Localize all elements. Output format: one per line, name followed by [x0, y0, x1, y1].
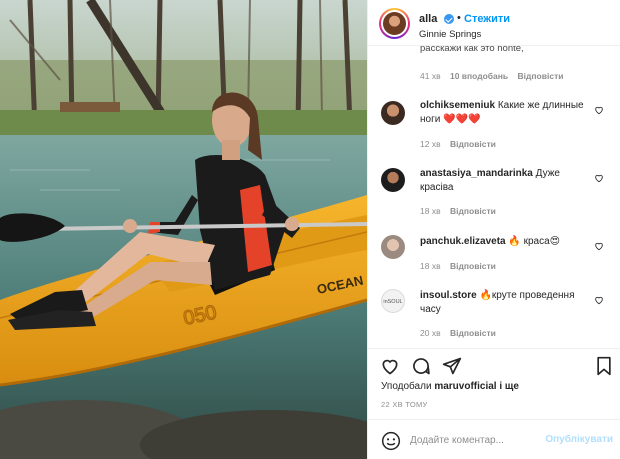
follow-button[interactable]: Стежити: [464, 13, 510, 25]
post-photo[interactable]: OCEAN 050: [0, 0, 367, 459]
comment-meta: 18 хв Відповісти: [420, 206, 503, 216]
commenter-avatar[interactable]: inSOUL: [381, 289, 405, 313]
publish-button[interactable]: Опублікувати: [545, 434, 613, 445]
likes-summary: Уподобали maruvofficial і ще: [381, 381, 519, 392]
like-heart-icon[interactable]: [380, 356, 400, 376]
post-actions: Уподобали maruvofficial і ще 22 ХВ ТОМУ …: [368, 348, 620, 459]
likes-user-link[interactable]: maruvofficial: [434, 381, 496, 392]
comments-list[interactable]: расскажи как это honte, 41 хв 10 вподоба…: [368, 46, 620, 348]
previous-comment-meta: 41 хв 10 вподобань Відповісти: [420, 71, 570, 81]
comment-time: 18 хв: [420, 206, 441, 216]
commenter-username[interactable]: panchuk.elizaveta: [420, 236, 506, 247]
separator-dot: •: [457, 12, 461, 24]
like-comment-heart-icon[interactable]: [594, 295, 604, 305]
reply-button[interactable]: Відповісти: [450, 261, 496, 271]
comment-text: anastasiya_mandarinka Дуже красіва: [420, 167, 592, 195]
comment-meta: 12 хв Відповісти: [420, 139, 503, 149]
author-username[interactable]: alla: [419, 13, 437, 25]
comment-text: insoul.store 🔥круте проведення часу: [420, 289, 592, 317]
previous-comment-cut: расскажи как это honte,: [420, 46, 524, 54]
reply-button[interactable]: Відповісти: [450, 328, 496, 338]
comment-text: panchuk.elizaveta 🔥 краса😍: [420, 235, 592, 249]
reply-button[interactable]: Відповісти: [450, 139, 496, 149]
commenter-avatar[interactable]: [381, 101, 405, 125]
post-header: alla • Стежити Ginnie Springs: [368, 0, 620, 46]
reply-button[interactable]: Відповісти: [450, 206, 496, 216]
comment-text: olchiksemeniuk Какие же длинные ноги ❤️❤…: [420, 99, 592, 127]
comment-bubble-icon[interactable]: [411, 356, 431, 376]
save-bookmark-icon[interactable]: [595, 356, 613, 376]
comment-meta: 18 хв Відповісти: [420, 261, 503, 271]
comment-time: 20 хв: [420, 328, 441, 338]
verified-badge-icon: [444, 14, 454, 24]
like-comment-heart-icon[interactable]: [594, 241, 604, 251]
post-timestamp[interactable]: 22 ХВ ТОМУ: [381, 400, 428, 409]
like-comment-heart-icon[interactable]: [594, 173, 604, 183]
avatar-text: inSOUL: [383, 299, 403, 305]
likes-others-link[interactable]: і ще: [499, 381, 519, 392]
comment-body: 🔥 краса😍: [508, 236, 561, 247]
likes-prefix: Уподобали: [381, 381, 432, 392]
share-paper-plane-icon[interactable]: [442, 356, 462, 376]
comment-time: 41 хв: [420, 71, 441, 81]
post-panel: alla • Стежити Ginnie Springs расскажи к…: [367, 0, 620, 459]
commenter-username[interactable]: insoul.store: [420, 290, 477, 301]
comment-likes-count[interactable]: 10 вподобань: [450, 71, 508, 81]
commenter-avatar[interactable]: [381, 168, 405, 192]
emoji-icon[interactable]: [381, 431, 401, 451]
reply-button[interactable]: Відповісти: [518, 71, 564, 81]
comment-input[interactable]: [410, 429, 540, 451]
author-avatar[interactable]: [379, 8, 410, 39]
kayak-photo: OCEAN 050: [0, 0, 367, 459]
add-comment-bar: Опублікувати: [368, 419, 620, 459]
like-comment-heart-icon[interactable]: [594, 105, 604, 115]
comment-meta: 20 хв Відповісти: [420, 328, 503, 338]
commenter-avatar[interactable]: [381, 235, 405, 259]
comment-time: 12 хв: [420, 139, 441, 149]
post-location[interactable]: Ginnie Springs: [419, 29, 481, 40]
commenter-username[interactable]: anastasiya_mandarinka: [420, 168, 533, 179]
comment-time: 18 хв: [420, 261, 441, 271]
commenter-username[interactable]: olchiksemeniuk: [420, 100, 495, 111]
